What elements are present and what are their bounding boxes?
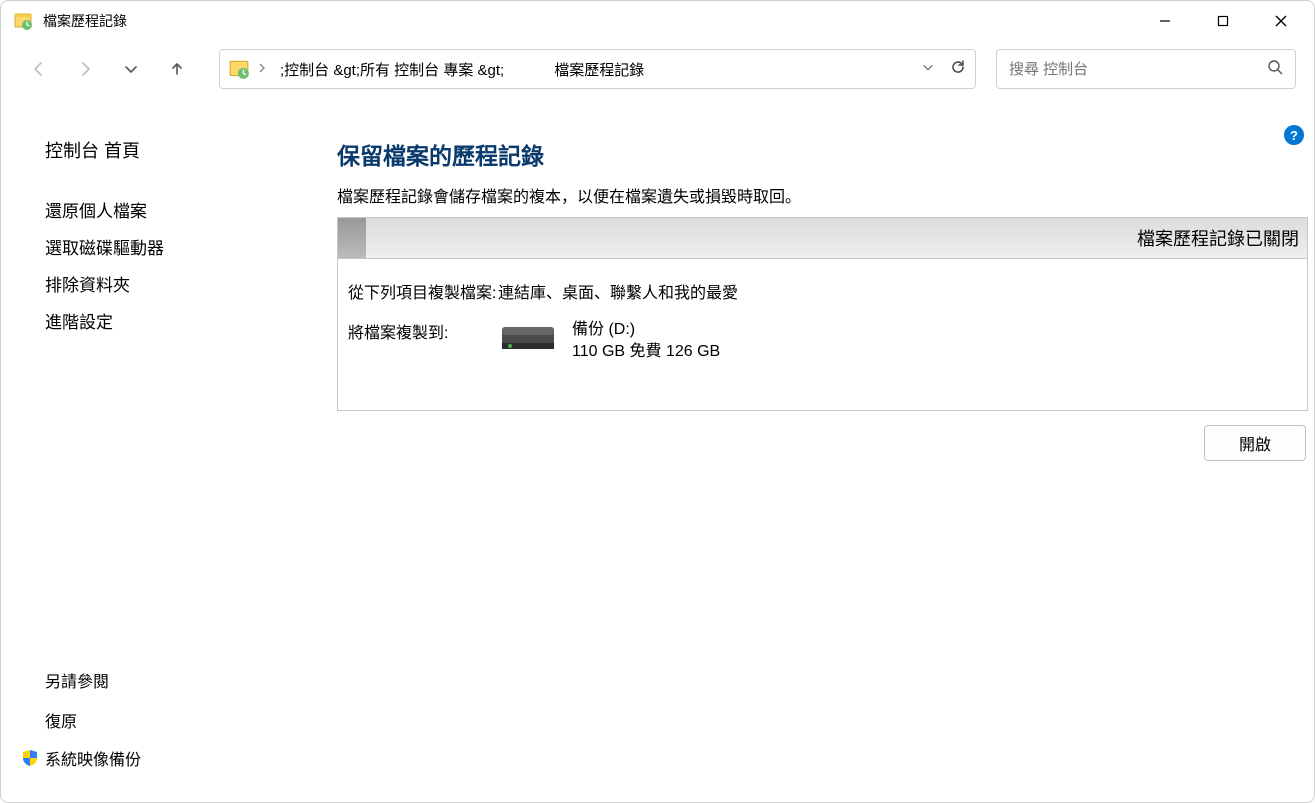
address-dropdown-icon[interactable] (921, 60, 935, 78)
shield-icon (21, 749, 39, 767)
copy-from-label: 從下列項目複製檔案: (348, 279, 498, 303)
sidebar-advanced-settings[interactable]: 進階設定 (45, 308, 301, 333)
see-also-heading: 另請參閱 (45, 668, 301, 692)
control-panel-home-link[interactable]: 控制台 首頁 (45, 137, 301, 163)
copy-from-row: 從下列項目複製檔案: 連結庫、桌面、聯繫人和我的最愛 (348, 279, 1297, 303)
address-icon (228, 58, 250, 80)
back-button[interactable] (19, 49, 59, 89)
close-button[interactable] (1252, 2, 1310, 40)
chevron-right-icon (258, 62, 266, 76)
status-text: 檔案歷程記錄已關閉 (1137, 225, 1299, 251)
app-icon (13, 11, 33, 31)
sidebar-select-drive[interactable]: 選取磁碟驅動器 (45, 234, 301, 259)
action-row: 開啟 (337, 425, 1308, 461)
page-title: 保留檔案的歷程記錄 (337, 137, 1308, 171)
content-area: ? 控制台 首頁 還原個人檔案 選取磁碟驅動器 排除資料夾 進階設定 另請參閱 … (1, 97, 1314, 802)
drive-row: 備份 (D:) 110 GB 免費 126 GB (498, 319, 720, 364)
refresh-button[interactable] (949, 58, 967, 80)
drive-info: 備份 (D:) 110 GB 免費 126 GB (572, 319, 720, 364)
titlebar: 檔案歷程記錄 (1, 1, 1314, 41)
breadcrumb[interactable]: ;控制台 &gt;所有 控制台 專案 &gt; (274, 59, 510, 80)
minimize-button[interactable] (1136, 2, 1194, 40)
sidebar-restore-files[interactable]: 還原個人檔案 (45, 197, 301, 222)
recent-dropdown[interactable] (111, 49, 151, 89)
search-icon[interactable] (1267, 59, 1283, 79)
maximize-button[interactable] (1194, 2, 1252, 40)
search-bar[interactable] (996, 49, 1296, 89)
turn-on-button[interactable]: 開啟 (1204, 425, 1306, 461)
drive-name: 備份 (D:) (572, 319, 720, 341)
up-button[interactable] (157, 49, 197, 89)
search-input[interactable] (1009, 61, 1267, 78)
address-bar[interactable]: ;控制台 &gt;所有 控制台 專案 &gt; 檔案歷程記錄 (219, 49, 976, 89)
main-panel: 保留檔案的歷程記錄 檔案歷程記錄會儲存檔案的複本，以便在檔案遺失或損毀時取回。 … (301, 97, 1314, 802)
copy-to-row: 將檔案複製到: 備份 (D:) 110 GB 免費 126 GB (348, 319, 1297, 364)
breadcrumb-current[interactable]: 檔案歷程記錄 (548, 59, 650, 80)
window-controls (1136, 2, 1310, 40)
sidebar-recovery[interactable]: 復原 (45, 708, 301, 732)
status-indicator (338, 218, 366, 258)
toolbar: ;控制台 &gt;所有 控制台 專案 &gt; 檔案歷程記錄 (1, 41, 1314, 97)
sidebar-system-image-backup[interactable]: 系統映像備份 (45, 746, 301, 770)
detail-box: 從下列項目複製檔案: 連結庫、桌面、聯繫人和我的最愛 將檔案複製到: (337, 259, 1308, 411)
drive-icon (498, 321, 558, 361)
status-bar: 檔案歷程記錄已關閉 (337, 217, 1308, 259)
help-icon[interactable]: ? (1284, 125, 1304, 145)
sidebar: 控制台 首頁 還原個人檔案 選取磁碟驅動器 排除資料夾 進階設定 另請參閱 復原… (1, 97, 301, 802)
copy-to-label: 將檔案複製到: (348, 319, 498, 364)
forward-button[interactable] (65, 49, 105, 89)
copy-from-value: 連結庫、桌面、聯繫人和我的最愛 (498, 279, 738, 303)
drive-space: 110 GB 免費 126 GB (572, 341, 720, 363)
page-description: 檔案歷程記錄會儲存檔案的複本，以便在檔案遺失或損毀時取回。 (337, 183, 1308, 207)
window-title: 檔案歷程記錄 (43, 11, 127, 31)
sidebar-exclude-folders[interactable]: 排除資料夾 (45, 271, 301, 296)
